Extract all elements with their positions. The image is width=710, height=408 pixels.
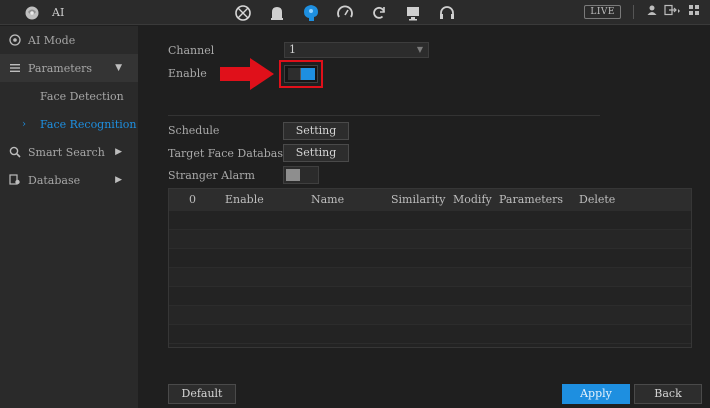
toggle-knob [286,169,300,181]
column-header-parameters: Parameters [499,193,564,206]
chevron-down-icon: ▼ [115,63,122,73]
sidebar-subitem-face-detection[interactable]: Face Detection [0,82,138,110]
schedule-setting-button[interactable]: Setting [283,122,349,140]
column-header-similarity: Similarity [391,193,446,206]
chevron-right-icon: › [22,118,26,130]
stranger-alarm-label: Stranger Alarm [168,169,255,182]
stranger-alarm-toggle[interactable] [283,166,319,184]
face-database-table: 0 Enable Name Similarity Modify Paramete… [168,188,692,348]
table-row [169,287,691,306]
sidebar-subitem-label: Face Recognition [40,117,137,131]
top-nav [226,2,464,24]
sidebar-item-label: Parameters [28,61,93,75]
sidebar-subitem-label: Face Detection [40,89,124,103]
enable-toggle[interactable] [284,65,318,83]
top-right-controls: LIVE [584,4,700,19]
enable-label: Enable [168,67,207,80]
headset-icon[interactable] [430,2,464,24]
chevron-right-icon: ▶ [115,147,122,157]
list-icon [8,61,22,75]
ai-brain-icon [24,5,40,21]
sidebar-item-database[interactable]: Database ▶ [0,166,138,194]
table-row [169,211,691,230]
sidebar-item-label: AI Mode [28,33,76,47]
column-header-index: 0 [189,193,196,206]
grid-icon[interactable] [688,4,700,19]
table-row [169,230,691,249]
live-button[interactable]: LIVE [584,4,621,19]
channel-label: Channel [168,44,215,57]
table-row [169,306,691,325]
section-divider [168,115,600,116]
camera-lens-icon[interactable] [226,2,260,24]
default-button[interactable]: Default [168,384,236,404]
ai-mode-icon [8,33,22,47]
alarm-bell-icon[interactable] [260,2,294,24]
database-icon [8,173,22,187]
speedometer-icon[interactable] [328,2,362,24]
app-header: AI [0,0,160,25]
search-icon [8,145,22,159]
ai-brain-icon[interactable] [294,2,328,24]
app-title: AI [52,6,65,19]
sidebar-item-parameters[interactable]: Parameters ▼ [0,54,138,82]
sidebar: AI Mode Parameters ▼ Face Detection › Fa… [0,26,138,408]
sidebar-subitem-face-recognition[interactable]: › Face Recognition [0,110,138,138]
table-row [169,249,691,268]
separator [633,4,634,19]
sidebar-item-ai-mode[interactable]: AI Mode [0,26,138,54]
refresh-icon[interactable] [362,2,396,24]
schedule-label: Schedule [168,124,220,137]
table-header: 0 Enable Name Similarity Modify Paramete… [169,189,691,211]
target-database-setting-button[interactable]: Setting [283,144,349,162]
apply-button[interactable]: Apply [562,384,630,404]
monitor-icon[interactable] [396,2,430,24]
sidebar-item-label: Smart Search [28,145,105,159]
annotation-arrow-icon [220,58,274,90]
channel-select[interactable]: 1 ▼ [284,42,429,58]
footer-bar: Default Apply Back [138,380,710,408]
logout-icon[interactable] [664,4,682,19]
column-header-name: Name [311,193,345,206]
chevron-right-icon: ▶ [115,175,122,185]
column-header-enable: Enable [225,193,264,206]
top-bar: AI LIVE [0,0,710,25]
sidebar-item-label: Database [28,173,81,187]
target-face-database-label: Target Face Database [168,147,290,160]
toggle-knob [301,68,315,80]
sidebar-item-smart-search[interactable]: Smart Search ▶ [0,138,138,166]
toggle-track [288,68,301,80]
column-header-delete: Delete [579,193,616,206]
chevron-down-icon: ▼ [416,45,423,54]
table-row [169,325,691,344]
column-header-modify: Modify [453,193,492,206]
main-panel: Channel 1 ▼ Enable Schedule Setting Targ… [138,26,710,408]
table-row [169,268,691,287]
back-button[interactable]: Back [634,384,702,404]
channel-value: 1 [289,43,296,56]
user-icon[interactable] [646,4,658,19]
